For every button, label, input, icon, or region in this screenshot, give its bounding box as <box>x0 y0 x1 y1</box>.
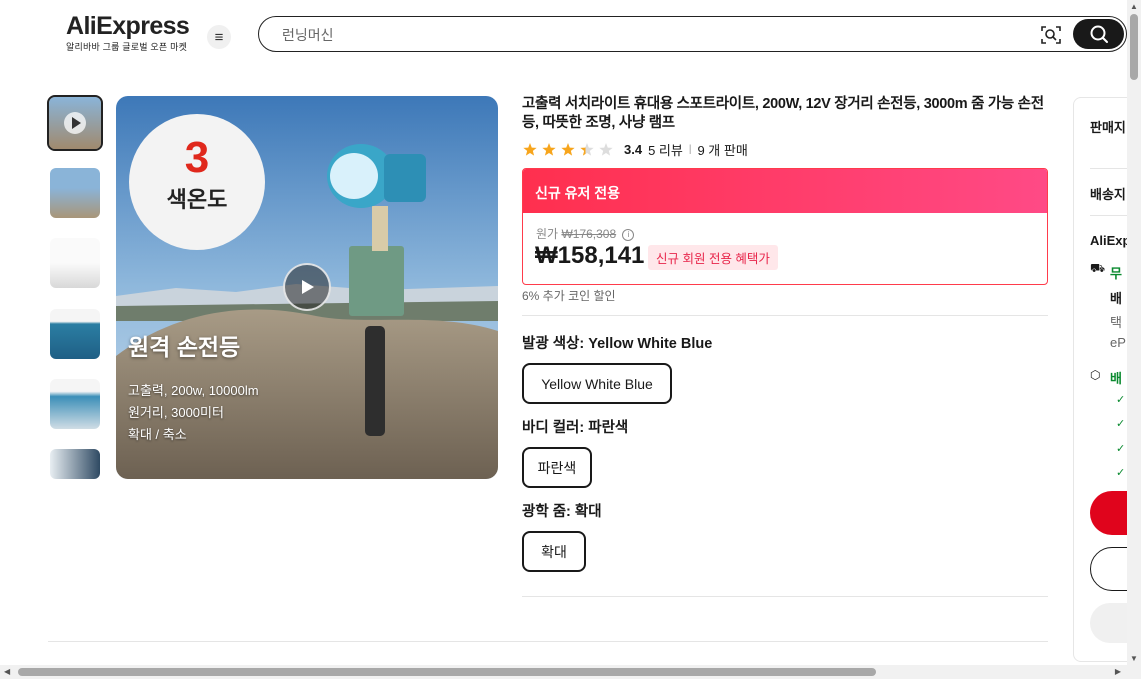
logo-subtitle: 알리바바 그룹 글로벌 오픈 마켓 <box>66 42 188 52</box>
option-button-zoom-in[interactable]: 확대 <box>522 531 586 572</box>
image-line: 원거리, 3000미터 <box>128 405 224 420</box>
option-button-blue[interactable]: 파란색 <box>522 447 592 488</box>
thumbnail-2[interactable] <box>50 238 100 288</box>
original-price: ₩176,308 <box>561 227 617 241</box>
image-line: 확대 / 축소 <box>128 427 187 442</box>
original-price-row: 원가 ₩176,308 i <box>536 225 635 242</box>
check-icon: ✓ <box>1116 467 1126 479</box>
horizontal-scroll-thumb[interactable] <box>18 668 876 676</box>
coin-discount: 6% 추가 코인 할인 <box>522 289 616 303</box>
play-icon <box>64 112 86 134</box>
divider <box>522 596 1048 597</box>
check-icon: ✓ <box>1116 394 1126 406</box>
rating-row: 3.4 5 리뷰 | 9 개 판매 <box>522 140 748 159</box>
shipping-to-label[interactable]: 배송지 <box>1090 184 1126 203</box>
option-button-yellow-white-blue[interactable]: Yellow White Blue <box>522 363 672 404</box>
scroll-down-icon[interactable]: ▼ <box>1130 654 1138 663</box>
thumbnail-video[interactable] <box>47 95 103 151</box>
epacket-text: eP <box>1110 335 1126 350</box>
badge-text: 색온도 <box>166 187 228 212</box>
option-name: 바디 컬러: <box>522 420 589 436</box>
review-count[interactable]: 5 리뷰 <box>648 140 683 159</box>
image-overlay-lines: 고출력, 200w, 10000lm 원거리, 3000미터 확대 / 축소 <box>128 380 259 446</box>
truck-icon: ⛟ <box>1090 261 1106 275</box>
vertical-scrollbar[interactable]: ▲ ▼ <box>1127 0 1141 679</box>
option-value: 확대 <box>574 504 602 520</box>
rating-value: 3.4 <box>624 142 643 157</box>
carrier-text: 택 <box>1110 315 1122 330</box>
logo-text: AliExpress <box>66 12 190 40</box>
divider <box>522 315 1048 316</box>
vertical-scroll-thumb[interactable] <box>1130 14 1138 80</box>
search-input[interactable]: 런닝머신 <box>282 25 334 45</box>
delivery-date-text: 배 <box>1110 291 1122 306</box>
image-search-icon[interactable] <box>1040 24 1062 46</box>
check-icon: ✓ <box>1116 418 1126 430</box>
star-icon <box>580 142 594 156</box>
star-icon <box>542 142 556 156</box>
star-icon <box>523 142 537 156</box>
option-label-light-color: 발광 색상: Yellow White Blue <box>522 332 712 353</box>
option-name: 광학 줌: <box>522 504 575 520</box>
option-value: 파란색 <box>588 420 629 436</box>
search-button[interactable] <box>1073 19 1124 49</box>
sold-count: 9 개 판매 <box>697 143 748 158</box>
seller-label: 판매지 <box>1090 120 1126 135</box>
image-overlay-title: 원격 손전등 <box>128 334 241 360</box>
color-temperature-badge: 3 색온도 <box>129 114 265 250</box>
info-icon[interactable]: i <box>622 228 635 241</box>
scroll-up-icon[interactable]: ▲ <box>1130 2 1138 11</box>
horizontal-scrollbar[interactable]: ◀ ▶ <box>0 665 1127 679</box>
main-product-image[interactable]: 3 색온도 원격 손전등 고출력, 200w, 10000lm 원거리, 300… <box>116 96 498 479</box>
scroll-left-icon[interactable]: ◀ <box>4 667 10 676</box>
separator: | <box>688 144 692 155</box>
thumbnail-4[interactable] <box>50 379 100 429</box>
promo-header: 신규 유저 전용 <box>523 169 1047 213</box>
option-label-optical-zoom: 광학 줌: 확대 <box>522 500 602 521</box>
search-icon <box>1090 25 1108 43</box>
thumbnail-1[interactable] <box>50 168 100 218</box>
store-name: AliExp <box>1090 233 1131 248</box>
new-user-promo-box: 신규 유저 전용 원가 ₩176,308 i ₩158,141 신규 회원 전용… <box>522 168 1048 285</box>
service-text: 배 <box>1110 371 1122 386</box>
scroll-right-icon[interactable]: ▶ <box>1115 667 1121 676</box>
badge-number: 3 <box>184 133 210 182</box>
package-icon: ⬡ <box>1090 368 1101 382</box>
aliexpress-logo[interactable]: AliExpress 알리바바 그룹 글로벌 오픈 마켓 <box>66 12 190 53</box>
star-icon <box>561 142 575 156</box>
thumbnail-3[interactable] <box>50 309 100 359</box>
play-icon <box>302 280 314 294</box>
menu-icon[interactable]: ≡ <box>207 25 231 49</box>
check-icon: ✓ <box>1116 443 1126 455</box>
price-tag-badge: 신규 회원 전용 혜택가 <box>648 245 778 270</box>
image-line: 고출력, 200w, 10000lm <box>128 383 259 398</box>
video-play-button[interactable] <box>283 263 331 311</box>
rating-stars[interactable] <box>522 142 616 158</box>
section-divider <box>48 641 1048 642</box>
option-value: Yellow White Blue <box>588 336 713 352</box>
current-price: ₩158,141 <box>535 242 645 269</box>
option-name: 발광 색상: <box>522 336 589 352</box>
thumbnail-5[interactable] <box>50 449 100 479</box>
option-label-body-color: 바디 컬러: 파란색 <box>522 416 628 437</box>
search-bar: 런닝머신 <box>258 16 1127 52</box>
original-price-label: 원가 <box>536 227 559 241</box>
star-icon <box>599 142 613 156</box>
product-title: 고출력 서치라이트 휴대용 스포트라이트, 200W, 12V 장거리 손전등,… <box>522 96 1044 131</box>
free-shipping-text: 무 <box>1110 266 1122 281</box>
